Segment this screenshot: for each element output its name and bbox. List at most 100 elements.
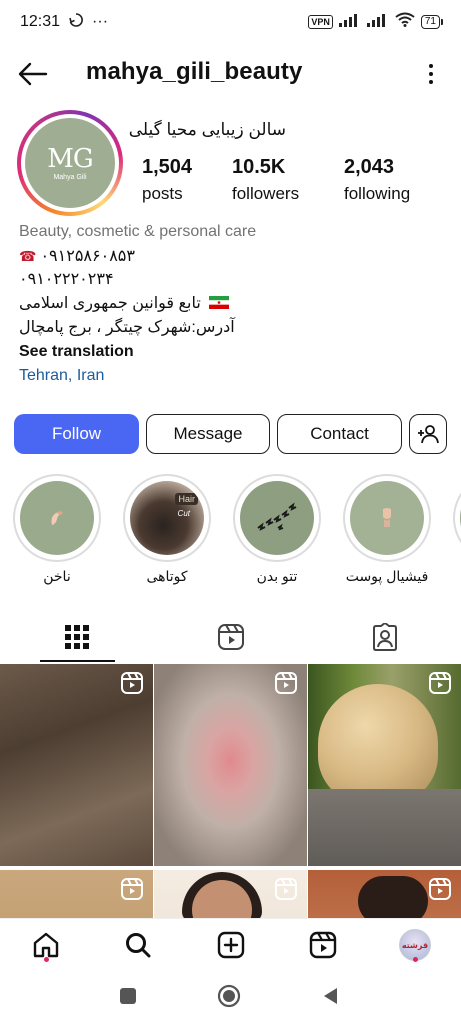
nail-icon bbox=[51, 511, 63, 525]
avatar[interactable]: MG Mahya Gili bbox=[25, 118, 115, 208]
battery-icon: 71 bbox=[420, 15, 443, 29]
battery-level: 71 bbox=[420, 15, 440, 29]
home-icon bbox=[33, 932, 59, 958]
contact-button[interactable]: Contact bbox=[277, 414, 402, 454]
following-label: following bbox=[344, 184, 411, 203]
page-title-username: mahya_gili_beauty bbox=[86, 58, 303, 85]
nav-reels[interactable] bbox=[307, 929, 339, 961]
post-thumbnail[interactable] bbox=[0, 664, 153, 866]
reel-badge-icon bbox=[429, 878, 451, 900]
post-thumbnail[interactable] bbox=[308, 870, 461, 918]
followers-count: 10.5K bbox=[232, 156, 286, 178]
system-navigation-bar bbox=[0, 970, 461, 1024]
profile-actions: Follow Message Contact bbox=[14, 414, 447, 454]
follow-button[interactable]: Follow bbox=[14, 414, 139, 454]
cut-tag: Cut bbox=[177, 509, 190, 518]
circle-icon bbox=[217, 984, 241, 1008]
clock: 12:31 bbox=[20, 13, 61, 30]
back-nav-button[interactable] bbox=[318, 984, 342, 1008]
wifi-icon bbox=[395, 12, 415, 32]
telephone-icon: ☎ bbox=[19, 248, 37, 264]
recent-apps-button[interactable] bbox=[116, 984, 140, 1008]
post-thumbnail[interactable] bbox=[154, 870, 307, 918]
tagged-person-icon bbox=[372, 623, 397, 651]
suggested-users-button[interactable] bbox=[409, 414, 447, 454]
notification-dot bbox=[44, 957, 49, 962]
posts-label: posts bbox=[142, 184, 183, 203]
profile-header: mahya_gili_beauty bbox=[0, 52, 461, 96]
highlight-label: فیشیال پوست bbox=[345, 568, 429, 584]
triangle-back-icon bbox=[324, 988, 337, 1004]
post-thumbnail[interactable] bbox=[154, 664, 307, 866]
law-text: تابع قوانین جمهوری اسلامی bbox=[19, 295, 201, 312]
bio: Beauty, cosmetic & personal care ☎ ۰۹۱۲۵۸… bbox=[19, 220, 449, 388]
reel-badge-icon bbox=[275, 672, 297, 694]
nav-create[interactable] bbox=[215, 929, 247, 961]
more-options-button[interactable] bbox=[425, 60, 437, 88]
arrow-left-icon bbox=[18, 62, 48, 86]
bio-law-line: تابع قوانین جمهوری اسلامی bbox=[19, 292, 449, 316]
reel-badge-icon bbox=[121, 672, 143, 694]
bio-category: Beauty, cosmetic & personal care bbox=[19, 223, 257, 240]
reel-badge-icon bbox=[275, 878, 297, 900]
posts-count: 1,504 bbox=[142, 156, 193, 178]
highlight-partial[interactable]: ف bbox=[453, 474, 461, 585]
nav-search[interactable] bbox=[122, 929, 154, 961]
status-bar: 12:31 ··· VPN 71 bbox=[0, 0, 461, 44]
grid-icon bbox=[64, 625, 89, 649]
message-button[interactable]: Message bbox=[146, 414, 270, 454]
full-name: سالن زیبایی محیا گیلی bbox=[128, 120, 286, 139]
highlight-haircut[interactable]: Hair Cut کوتاهی bbox=[123, 474, 211, 585]
story-highlights: ناخن Hair Cut کوتاهی تتو بدن فیشیال پوست bbox=[0, 474, 461, 590]
highlight-body-tattoo[interactable]: تتو بدن bbox=[233, 474, 321, 585]
highlight-label: تتو بدن bbox=[256, 568, 298, 584]
reels-icon bbox=[217, 624, 244, 650]
search-icon bbox=[126, 933, 151, 958]
status-right: VPN 71 bbox=[308, 12, 443, 32]
post-thumbnail[interactable] bbox=[308, 664, 461, 866]
signal-icon bbox=[338, 13, 361, 32]
profile-tabs bbox=[0, 612, 461, 662]
notification-dot bbox=[413, 957, 418, 962]
square-icon bbox=[120, 988, 136, 1004]
highlight-label: ف bbox=[453, 568, 461, 585]
see-translation-link[interactable]: See translation bbox=[19, 340, 449, 364]
highlight-label: کوتاهی bbox=[146, 568, 188, 584]
story-ring[interactable]: MG Mahya Gili bbox=[17, 110, 123, 216]
avatar-logo: MG bbox=[47, 143, 93, 174]
more-status-icon: ··· bbox=[92, 13, 109, 30]
sync-icon bbox=[68, 12, 84, 33]
post-grid bbox=[0, 664, 461, 918]
vpn-badge: VPN bbox=[308, 15, 333, 29]
add-user-icon bbox=[418, 425, 439, 444]
reel-badge-icon bbox=[121, 878, 143, 900]
tab-reels[interactable] bbox=[154, 612, 307, 662]
avatar-subtext: Mahya Gili bbox=[53, 173, 87, 181]
posts-stat[interactable]: 1,504 posts bbox=[142, 154, 192, 206]
bio-address: آدرس:شهرک چیتگر ، برج پامچال bbox=[19, 319, 235, 336]
active-tab-indicator bbox=[40, 660, 115, 662]
iran-flag-icon bbox=[209, 296, 230, 309]
following-stat[interactable]: 2,043 following bbox=[344, 154, 410, 206]
following-count: 2,043 bbox=[344, 156, 395, 178]
location-link[interactable]: Tehran, Iran bbox=[19, 364, 449, 388]
tab-posts-grid[interactable] bbox=[0, 612, 153, 662]
reel-badge-icon bbox=[429, 672, 451, 694]
back-button[interactable] bbox=[16, 58, 50, 90]
home-button[interactable] bbox=[217, 984, 241, 1008]
post-thumbnail[interactable] bbox=[0, 870, 153, 918]
phone-number-1: ۰۹۱۲۵۸۶۰۸۵۳ bbox=[40, 248, 135, 265]
phone-number-2: ۰۹۱۰۲۲۲۰۲۳۴ bbox=[19, 271, 114, 288]
signal-icon-2 bbox=[366, 13, 389, 32]
followers-stat[interactable]: 10.5K followers bbox=[232, 154, 299, 206]
hair-tag: Hair bbox=[175, 493, 198, 505]
facial-icon bbox=[383, 508, 391, 527]
highlight-nails[interactable]: ناخن bbox=[13, 474, 101, 585]
tab-tagged[interactable] bbox=[308, 612, 461, 662]
bio-phone-1: ☎ ۰۹۱۲۵۸۶۰۸۵۳ bbox=[19, 244, 449, 268]
bottom-nav: قرشته bbox=[0, 918, 461, 970]
dot bbox=[429, 80, 433, 84]
create-post-icon bbox=[217, 931, 245, 959]
highlight-facial[interactable]: فیشیال پوست bbox=[343, 474, 431, 585]
dot bbox=[429, 64, 433, 68]
